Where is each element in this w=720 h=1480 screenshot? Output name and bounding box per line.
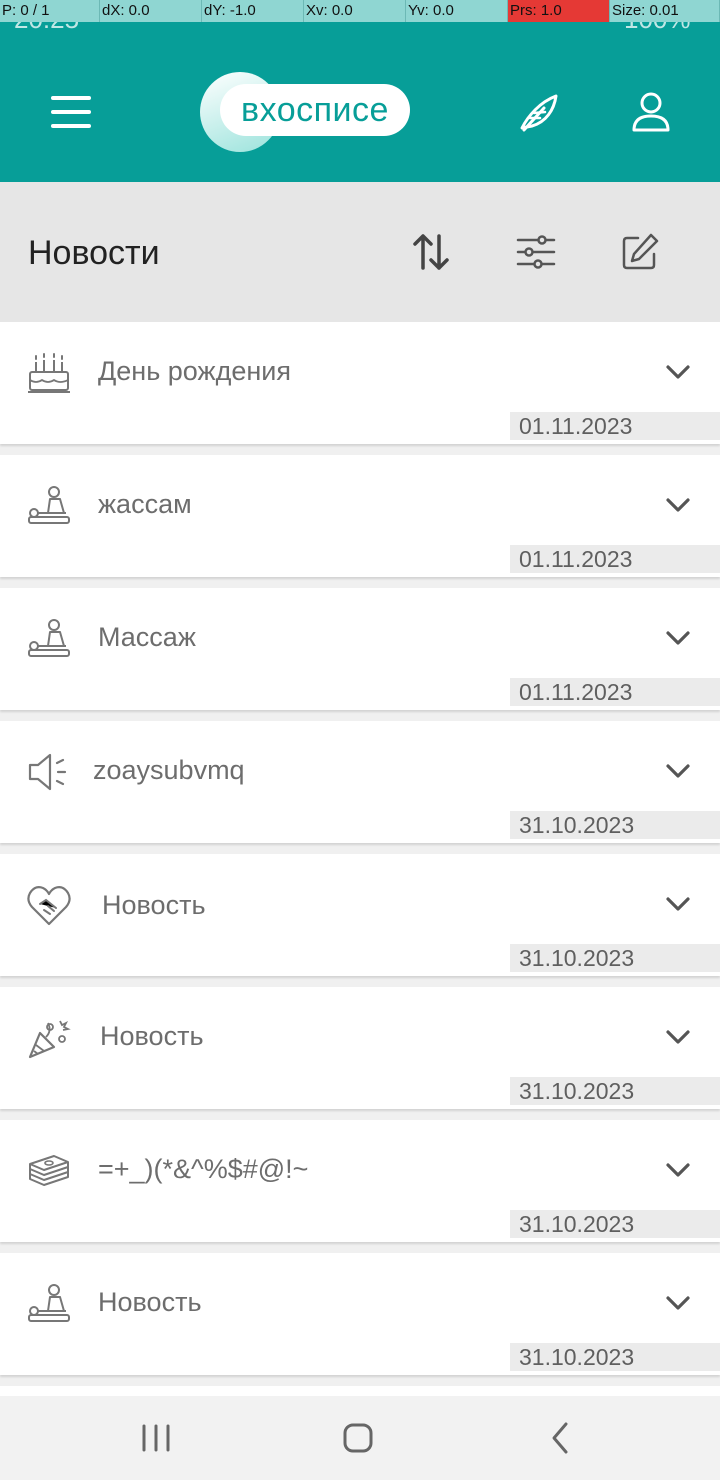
system-nav-bar [0, 1396, 720, 1480]
news-title: Новость [100, 1021, 204, 1051]
massage-icon [28, 619, 70, 657]
app-logo: вхосписе [200, 72, 410, 152]
megaphone-icon [28, 753, 67, 791]
news-title: Новость [98, 1287, 202, 1317]
news-date: 31.10.2023 [510, 1077, 720, 1105]
news-date: 31.10.2023 [510, 811, 720, 839]
debug-pointer: P: 0 / 1 [0, 0, 100, 22]
app-header: 20:25 100% P: 0 / 1 dX: 0.0 dY: -1.0 Xv:… [0, 0, 720, 182]
news-date: 31.10.2023 [510, 1343, 720, 1371]
page-title: Новости [28, 234, 160, 272]
logo-text: вхосписе [220, 84, 410, 136]
handshake-heart-icon [27, 886, 71, 926]
news-item[interactable]: Новость 31.10.2023 [0, 854, 720, 976]
news-title: жассам [98, 489, 192, 519]
chevron-down-icon[interactable] [660, 624, 696, 652]
news-item[interactable]: жассам 01.11.2023 [0, 455, 720, 577]
news-date: 31.10.2023 [510, 1210, 720, 1238]
news-date: 01.11.2023 [510, 412, 720, 440]
news-date: 01.11.2023 [510, 545, 720, 573]
news-item[interactable]: Новость 31.10.2023 [0, 987, 720, 1109]
chevron-down-icon[interactable] [660, 1023, 696, 1051]
news-title: Массаж [98, 622, 196, 652]
news-list: Дeнь рождения 01.11.2023 жассам 01.11.20… [0, 322, 720, 1396]
create-news-button[interactable] [618, 230, 662, 274]
feather-icon [520, 94, 558, 132]
sort-button[interactable] [409, 230, 453, 274]
chevron-down-icon[interactable] [660, 1156, 696, 1184]
massage-icon [28, 1284, 70, 1322]
news-item[interactable]: =+_)(*&^%$#@!~ 31.10.2023 [0, 1120, 720, 1242]
news-date: 31.10.2023 [510, 944, 720, 972]
menu-button[interactable] [40, 88, 102, 136]
sort-icon [413, 234, 449, 270]
home-button[interactable] [334, 1416, 382, 1460]
debug-yv: Yv: 0.0 [406, 0, 508, 22]
edit-icon [622, 233, 659, 270]
money-stack-icon [29, 1155, 69, 1186]
news-item[interactable]: Новость 31.10.2023 [0, 1253, 720, 1375]
profile-button[interactable] [626, 88, 676, 138]
back-chevron-icon [552, 1422, 568, 1454]
filter-sliders-icon [516, 235, 556, 269]
menu-icon-line [51, 124, 91, 128]
feather-button[interactable] [514, 88, 564, 138]
menu-icon-line [51, 110, 91, 114]
news-title: Дeнь рождения [98, 356, 291, 386]
massage-icon [28, 486, 70, 524]
chevron-down-icon[interactable] [660, 890, 696, 918]
debug-size: Size: 0.01 [610, 0, 720, 22]
party-popper-icon [28, 1020, 71, 1059]
recent-apps-button[interactable] [132, 1416, 180, 1460]
news-title: Новость [102, 890, 206, 920]
news-date: 01.11.2023 [510, 678, 720, 706]
home-icon [343, 1423, 373, 1453]
chevron-down-icon[interactable] [660, 1289, 696, 1317]
news-toolbar: Новости [0, 182, 720, 322]
news-item[interactable]: Массаж 01.11.2023 [0, 588, 720, 710]
filter-button[interactable] [514, 230, 558, 274]
news-title: zoaysubvmq [93, 755, 245, 785]
debug-pressure: Prs: 1.0 [508, 0, 610, 22]
recent-apps-icon [142, 1424, 170, 1452]
chevron-down-icon[interactable] [660, 358, 696, 386]
chevron-down-icon[interactable] [660, 757, 696, 785]
debug-overlay: P: 0 / 1 dX: 0.0 dY: -1.0 Xv: 0.0 Yv: 0.… [0, 0, 720, 22]
news-item[interactable] [0, 1386, 720, 1396]
debug-dy: dY: -1.0 [202, 0, 304, 22]
news-item[interactable]: zoaysubvmq 31.10.2023 [0, 721, 720, 843]
news-title: =+_)(*&^%$#@!~ [98, 1154, 309, 1184]
back-button[interactable] [536, 1416, 584, 1460]
birthday-cake-icon [28, 353, 70, 393]
debug-xv: Xv: 0.0 [304, 0, 406, 22]
person-icon [632, 92, 670, 132]
news-item[interactable]: Дeнь рождения 01.11.2023 [0, 322, 720, 444]
debug-dx: dX: 0.0 [100, 0, 202, 22]
chevron-down-icon[interactable] [660, 491, 696, 519]
menu-icon [51, 96, 91, 100]
